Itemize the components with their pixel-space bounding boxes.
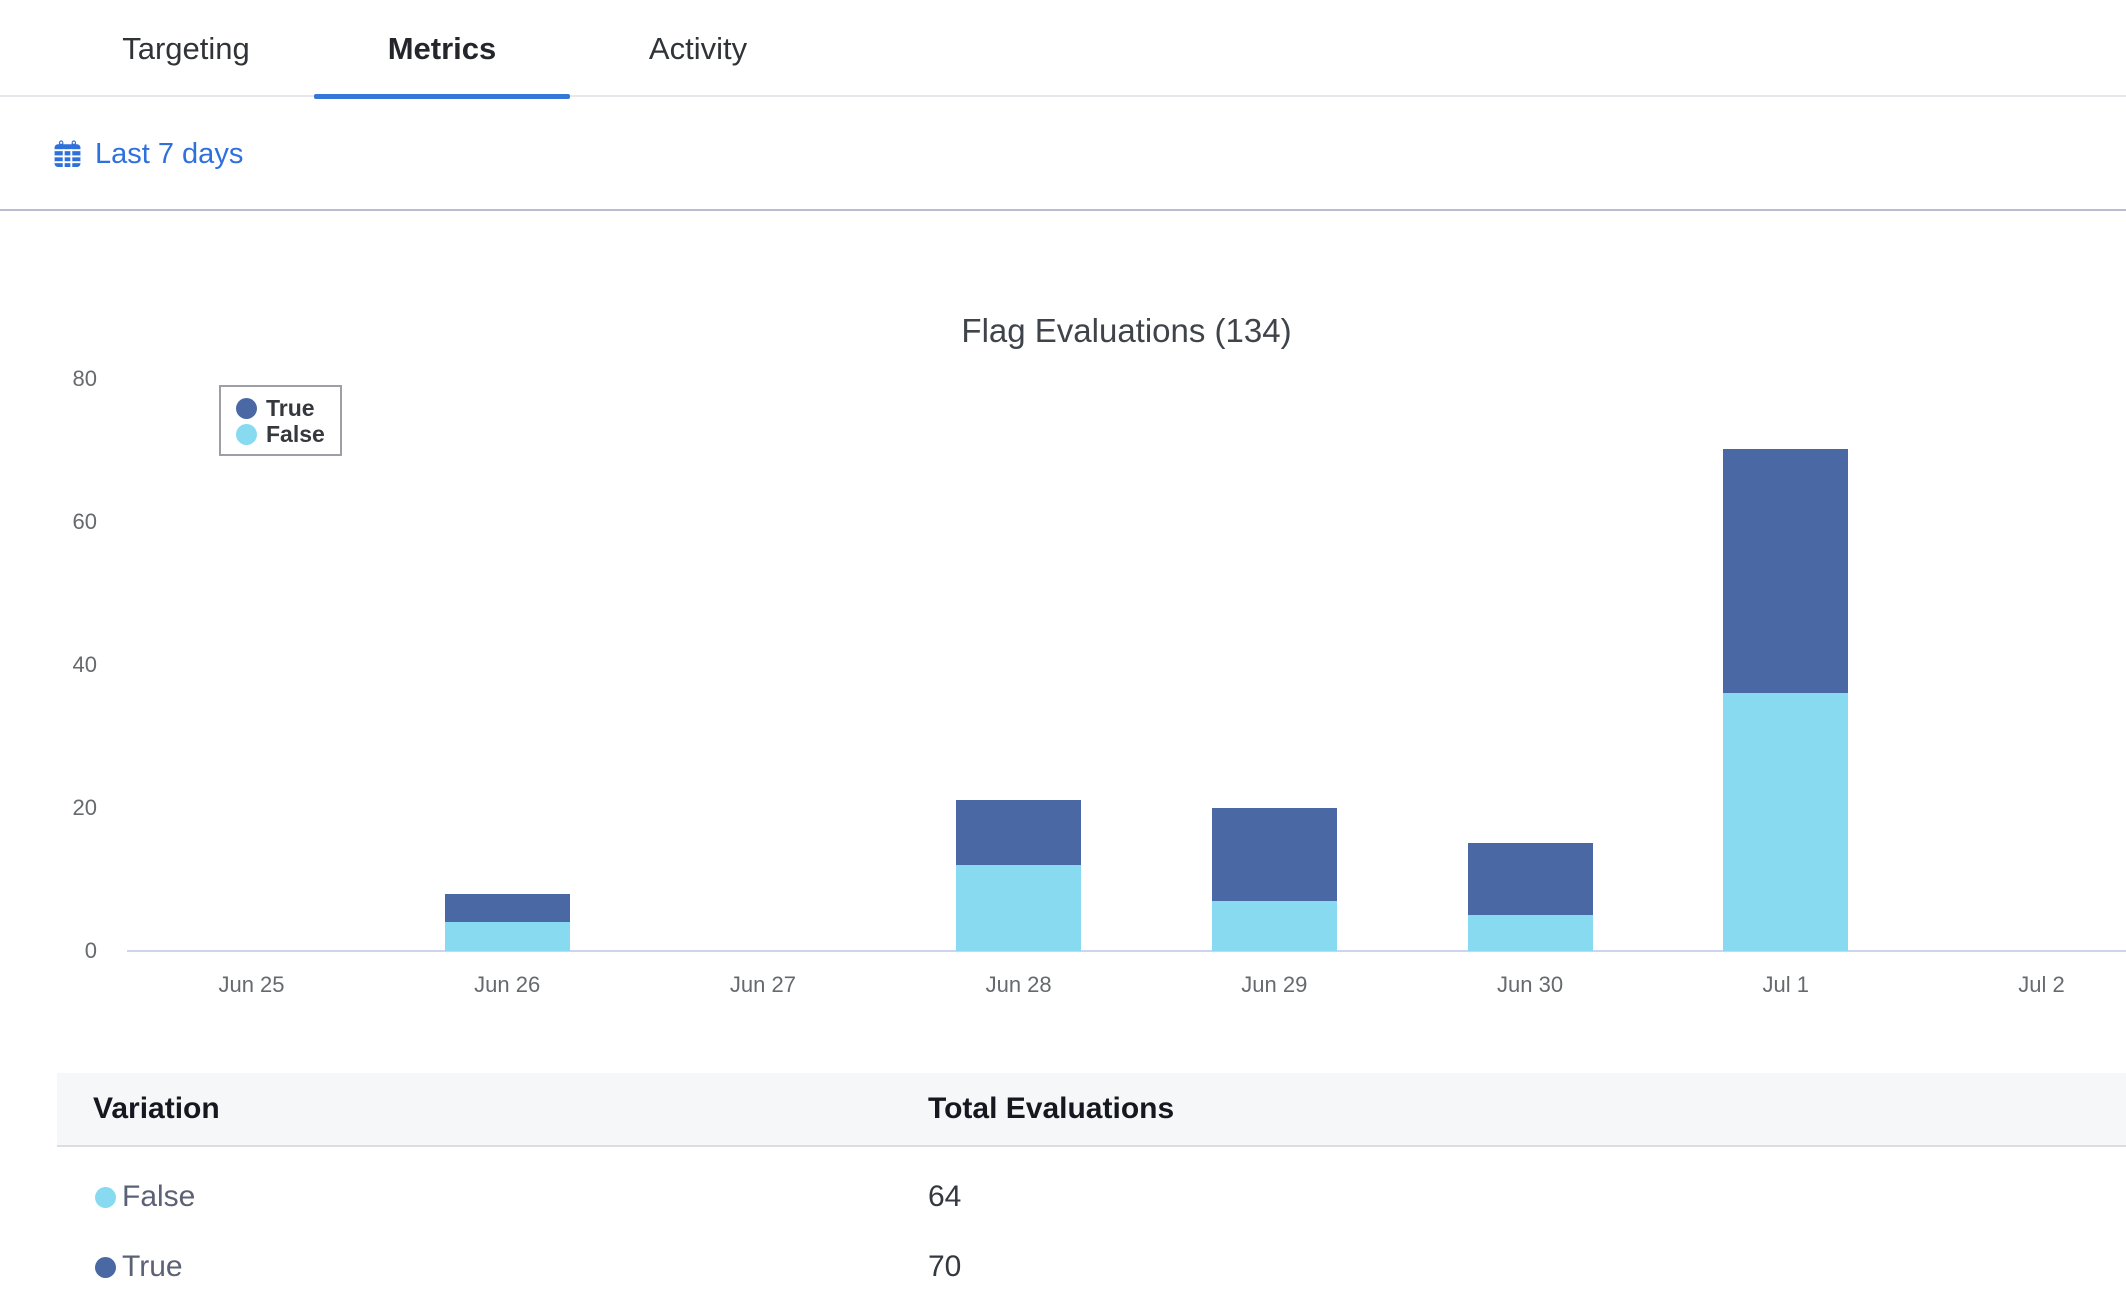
table-header-variation: Variation: [93, 1073, 220, 1145]
table-row-false: False 64: [57, 1169, 2126, 1225]
bar-segment-false-jun-29[interactable]: [1212, 901, 1337, 951]
bar-segment-true-jun-26[interactable]: [445, 894, 570, 923]
tab-metrics-label: Metrics: [388, 31, 497, 67]
chart-title: Flag Evaluations (134): [127, 310, 2126, 352]
x-tick-label: Jul 2: [1961, 970, 2121, 1000]
legend-label-true: True: [266, 395, 315, 422]
bar-segment-false-jun-28[interactable]: [956, 865, 1081, 951]
tab-bar: Targeting Metrics Activity: [0, 0, 2126, 97]
variation-label: True: [122, 1250, 183, 1284]
total-evaluations-value: 64: [928, 1180, 961, 1214]
table-header-row: Variation Total Evaluations: [57, 1073, 2126, 1147]
tab-activity-label: Activity: [649, 31, 747, 67]
bar-segment-true-jun-28[interactable]: [956, 800, 1081, 865]
table-row-true: True 70: [57, 1239, 2126, 1295]
total-evaluations-value: 70: [928, 1250, 961, 1284]
tab-metrics[interactable]: Metrics: [314, 0, 570, 97]
table-header-total-evaluations: Total Evaluations: [928, 1073, 1174, 1145]
variation-dot-true: [95, 1257, 116, 1278]
variation-dot-false: [95, 1187, 116, 1208]
date-range-label: Last 7 days: [95, 138, 243, 171]
x-tick-label: Jun 26: [427, 970, 587, 1000]
y-tick-label: 60: [0, 508, 97, 536]
x-tick-label: Jul 1: [1706, 970, 1866, 1000]
calendar-icon: [52, 138, 83, 171]
tab-targeting-label: Targeting: [122, 31, 250, 67]
x-tick-label: Jun 27: [683, 970, 843, 1000]
x-tick-label: Jun 29: [1194, 970, 1354, 1000]
y-tick-label: 0: [0, 937, 97, 965]
x-tick-label: Jun 30: [1450, 970, 1610, 1000]
x-tick-label: Jun 25: [172, 970, 332, 1000]
y-tick-label: 40: [0, 651, 97, 679]
bar-segment-false-jul-1[interactable]: [1723, 693, 1848, 951]
bar-segment-false-jun-30[interactable]: [1468, 915, 1593, 951]
metrics-panel: Targeting Metrics Activity Last 7 days: [0, 0, 2126, 1312]
tab-targeting[interactable]: Targeting: [58, 0, 314, 97]
legend-item-false[interactable]: False: [236, 421, 340, 447]
bar-segment-false-jun-26[interactable]: [445, 922, 570, 951]
y-tick-label: 20: [0, 794, 97, 822]
bar-segment-true-jun-30[interactable]: [1468, 843, 1593, 915]
variation-label: False: [122, 1180, 195, 1214]
legend-item-true[interactable]: True: [236, 395, 340, 421]
tab-activity[interactable]: Activity: [570, 0, 826, 97]
bar-segment-true-jun-29[interactable]: [1212, 808, 1337, 901]
filter-bar: Last 7 days: [0, 99, 2126, 211]
date-range-button[interactable]: Last 7 days: [52, 138, 243, 171]
chart-legend: TrueFalse: [219, 385, 342, 456]
y-tick-label: 80: [0, 365, 97, 393]
legend-dot-false: [236, 424, 257, 445]
legend-dot-true: [236, 398, 257, 419]
bar-segment-true-jul-1[interactable]: [1723, 449, 1848, 693]
legend-label-false: False: [266, 421, 325, 448]
x-tick-label: Jun 28: [939, 970, 1099, 1000]
